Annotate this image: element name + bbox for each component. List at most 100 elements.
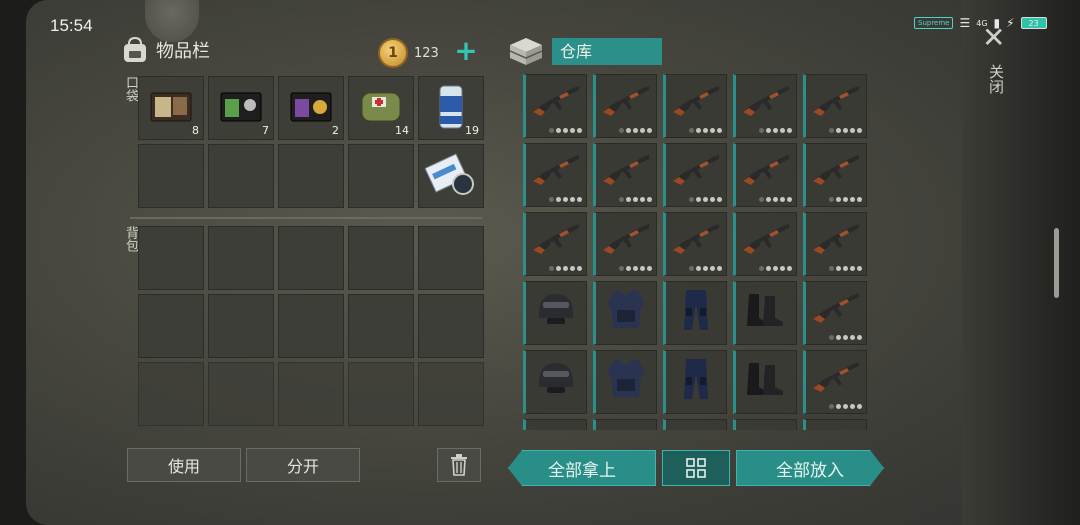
- backpack-slot[interactable]: [138, 294, 204, 358]
- warehouse-slot[interactable]: [663, 350, 727, 414]
- backpack-slot[interactable]: [138, 226, 204, 290]
- ak-rifle-icon: [529, 151, 583, 195]
- warehouse-slot[interactable]: [733, 419, 797, 430]
- scrollbar-thumb[interactable]: [1054, 228, 1059, 298]
- warehouse-slot[interactable]: [593, 143, 657, 207]
- durability-dots: [619, 266, 652, 271]
- warehouse-slot[interactable]: [593, 74, 657, 138]
- warehouse-slot[interactable]: [523, 350, 587, 414]
- swat-vest-icon: [603, 355, 649, 405]
- warehouse-scroll-area[interactable]: [523, 74, 869, 430]
- close-icon[interactable]: ✕: [982, 24, 1005, 52]
- backpack-slot[interactable]: [278, 226, 344, 290]
- put-all-button[interactable]: 全部放入: [736, 450, 884, 486]
- warehouse-slot[interactable]: [593, 419, 657, 430]
- ak-rifle-icon: [809, 151, 863, 195]
- backpack-slot[interactable]: [208, 226, 274, 290]
- durability-dots: [619, 128, 652, 133]
- item-count: 8: [192, 124, 199, 137]
- warehouse-header: 仓库: [508, 36, 662, 66]
- ak-rifle-icon: [599, 82, 653, 126]
- warehouse-slot[interactable]: [593, 350, 657, 414]
- warehouse-slot[interactable]: [733, 74, 797, 138]
- warehouse-slot[interactable]: [523, 212, 587, 276]
- backpack-slot[interactable]: [208, 294, 274, 358]
- warehouse-slot[interactable]: [733, 350, 797, 414]
- warehouse-slot[interactable]: [733, 212, 797, 276]
- pocket-slot[interactable]: 7: [208, 76, 274, 140]
- warehouse-slot[interactable]: [803, 143, 867, 207]
- pocket-slot[interactable]: [208, 144, 274, 208]
- warehouse-slot[interactable]: [523, 143, 587, 207]
- backpack-slot[interactable]: [208, 362, 274, 426]
- ak-rifle-icon: [739, 151, 793, 195]
- durability-dots: [829, 404, 862, 409]
- backpack-icon: [124, 36, 146, 62]
- pocket-slot[interactable]: 19: [418, 76, 484, 140]
- brown-wallet-icon: [150, 92, 192, 122]
- warehouse-slot[interactable]: [663, 281, 727, 345]
- close-label[interactable]: 关闭: [986, 64, 1007, 94]
- pocket-slot[interactable]: 14: [348, 76, 414, 140]
- black-wallet-icon: [220, 92, 262, 122]
- ak-rifle-icon: [669, 82, 723, 126]
- ak-rifle-icon: [739, 82, 793, 126]
- backpack-slot[interactable]: [418, 294, 484, 358]
- backpack-grid: [138, 226, 484, 426]
- storage-box-icon: [509, 38, 543, 65]
- brand-chip: Supreme: [914, 17, 954, 29]
- backpack-slot[interactable]: [348, 294, 414, 358]
- warehouse-slot[interactable]: [803, 212, 867, 276]
- backpack-slot[interactable]: [418, 226, 484, 290]
- coin-display: 1 123: [378, 38, 439, 68]
- ak-rifle-icon: [529, 220, 583, 264]
- swat-helmet-icon: [533, 357, 579, 403]
- warehouse-title: 仓库: [552, 37, 662, 65]
- pocket-slot[interactable]: 8: [138, 76, 204, 140]
- pocket-slot[interactable]: [348, 144, 414, 208]
- warehouse-slot[interactable]: [803, 281, 867, 345]
- pocket-slot[interactable]: [138, 144, 204, 208]
- durability-dots: [829, 335, 862, 340]
- beer-can-icon: [439, 85, 463, 129]
- ak-rifle-icon: [809, 82, 863, 126]
- notification-icon: ☰: [959, 16, 971, 30]
- pocket-slot[interactable]: [418, 144, 484, 208]
- backpack-slot[interactable]: [138, 362, 204, 426]
- warehouse-slot[interactable]: [733, 143, 797, 207]
- pocket-slot[interactable]: [278, 144, 344, 208]
- warehouse-slot[interactable]: [663, 212, 727, 276]
- warehouse-slot[interactable]: [663, 143, 727, 207]
- backpack-slot[interactable]: [278, 362, 344, 426]
- ak-rifle-icon: [809, 289, 863, 333]
- ak-rifle-icon: [599, 220, 653, 264]
- add-coins-button[interactable]: +: [452, 37, 480, 66]
- backpack-slot[interactable]: [418, 362, 484, 426]
- split-button[interactable]: 分开: [246, 448, 360, 482]
- durability-dots: [759, 266, 792, 271]
- warehouse-slot[interactable]: [663, 74, 727, 138]
- warehouse-slot[interactable]: [803, 419, 867, 430]
- warehouse-slot[interactable]: [523, 281, 587, 345]
- swat-pants-icon: [676, 286, 716, 336]
- warehouse-slot[interactable]: [593, 212, 657, 276]
- use-button[interactable]: 使用: [127, 448, 241, 482]
- inventory-header: 物品栏: [120, 36, 210, 64]
- backpack-slot[interactable]: [348, 226, 414, 290]
- backpack-slot[interactable]: [348, 362, 414, 426]
- pocket-slot[interactable]: 2: [278, 76, 344, 140]
- take-all-button[interactable]: 全部拿上: [508, 450, 656, 486]
- warehouse-slot[interactable]: [663, 419, 727, 430]
- warehouse-slot[interactable]: [523, 419, 587, 430]
- warehouse-slot[interactable]: [593, 281, 657, 345]
- ak-rifle-icon: [669, 220, 723, 264]
- trash-button[interactable]: [437, 448, 481, 482]
- warehouse-slot[interactable]: [733, 281, 797, 345]
- backpack-slot[interactable]: [278, 294, 344, 358]
- status-time: 15:54: [50, 16, 93, 35]
- sort-grid-button[interactable]: [662, 450, 730, 486]
- warehouse-slot[interactable]: [523, 74, 587, 138]
- warehouse-slot[interactable]: [803, 74, 867, 138]
- ak-rifle-icon: [809, 358, 863, 402]
- warehouse-slot[interactable]: [803, 350, 867, 414]
